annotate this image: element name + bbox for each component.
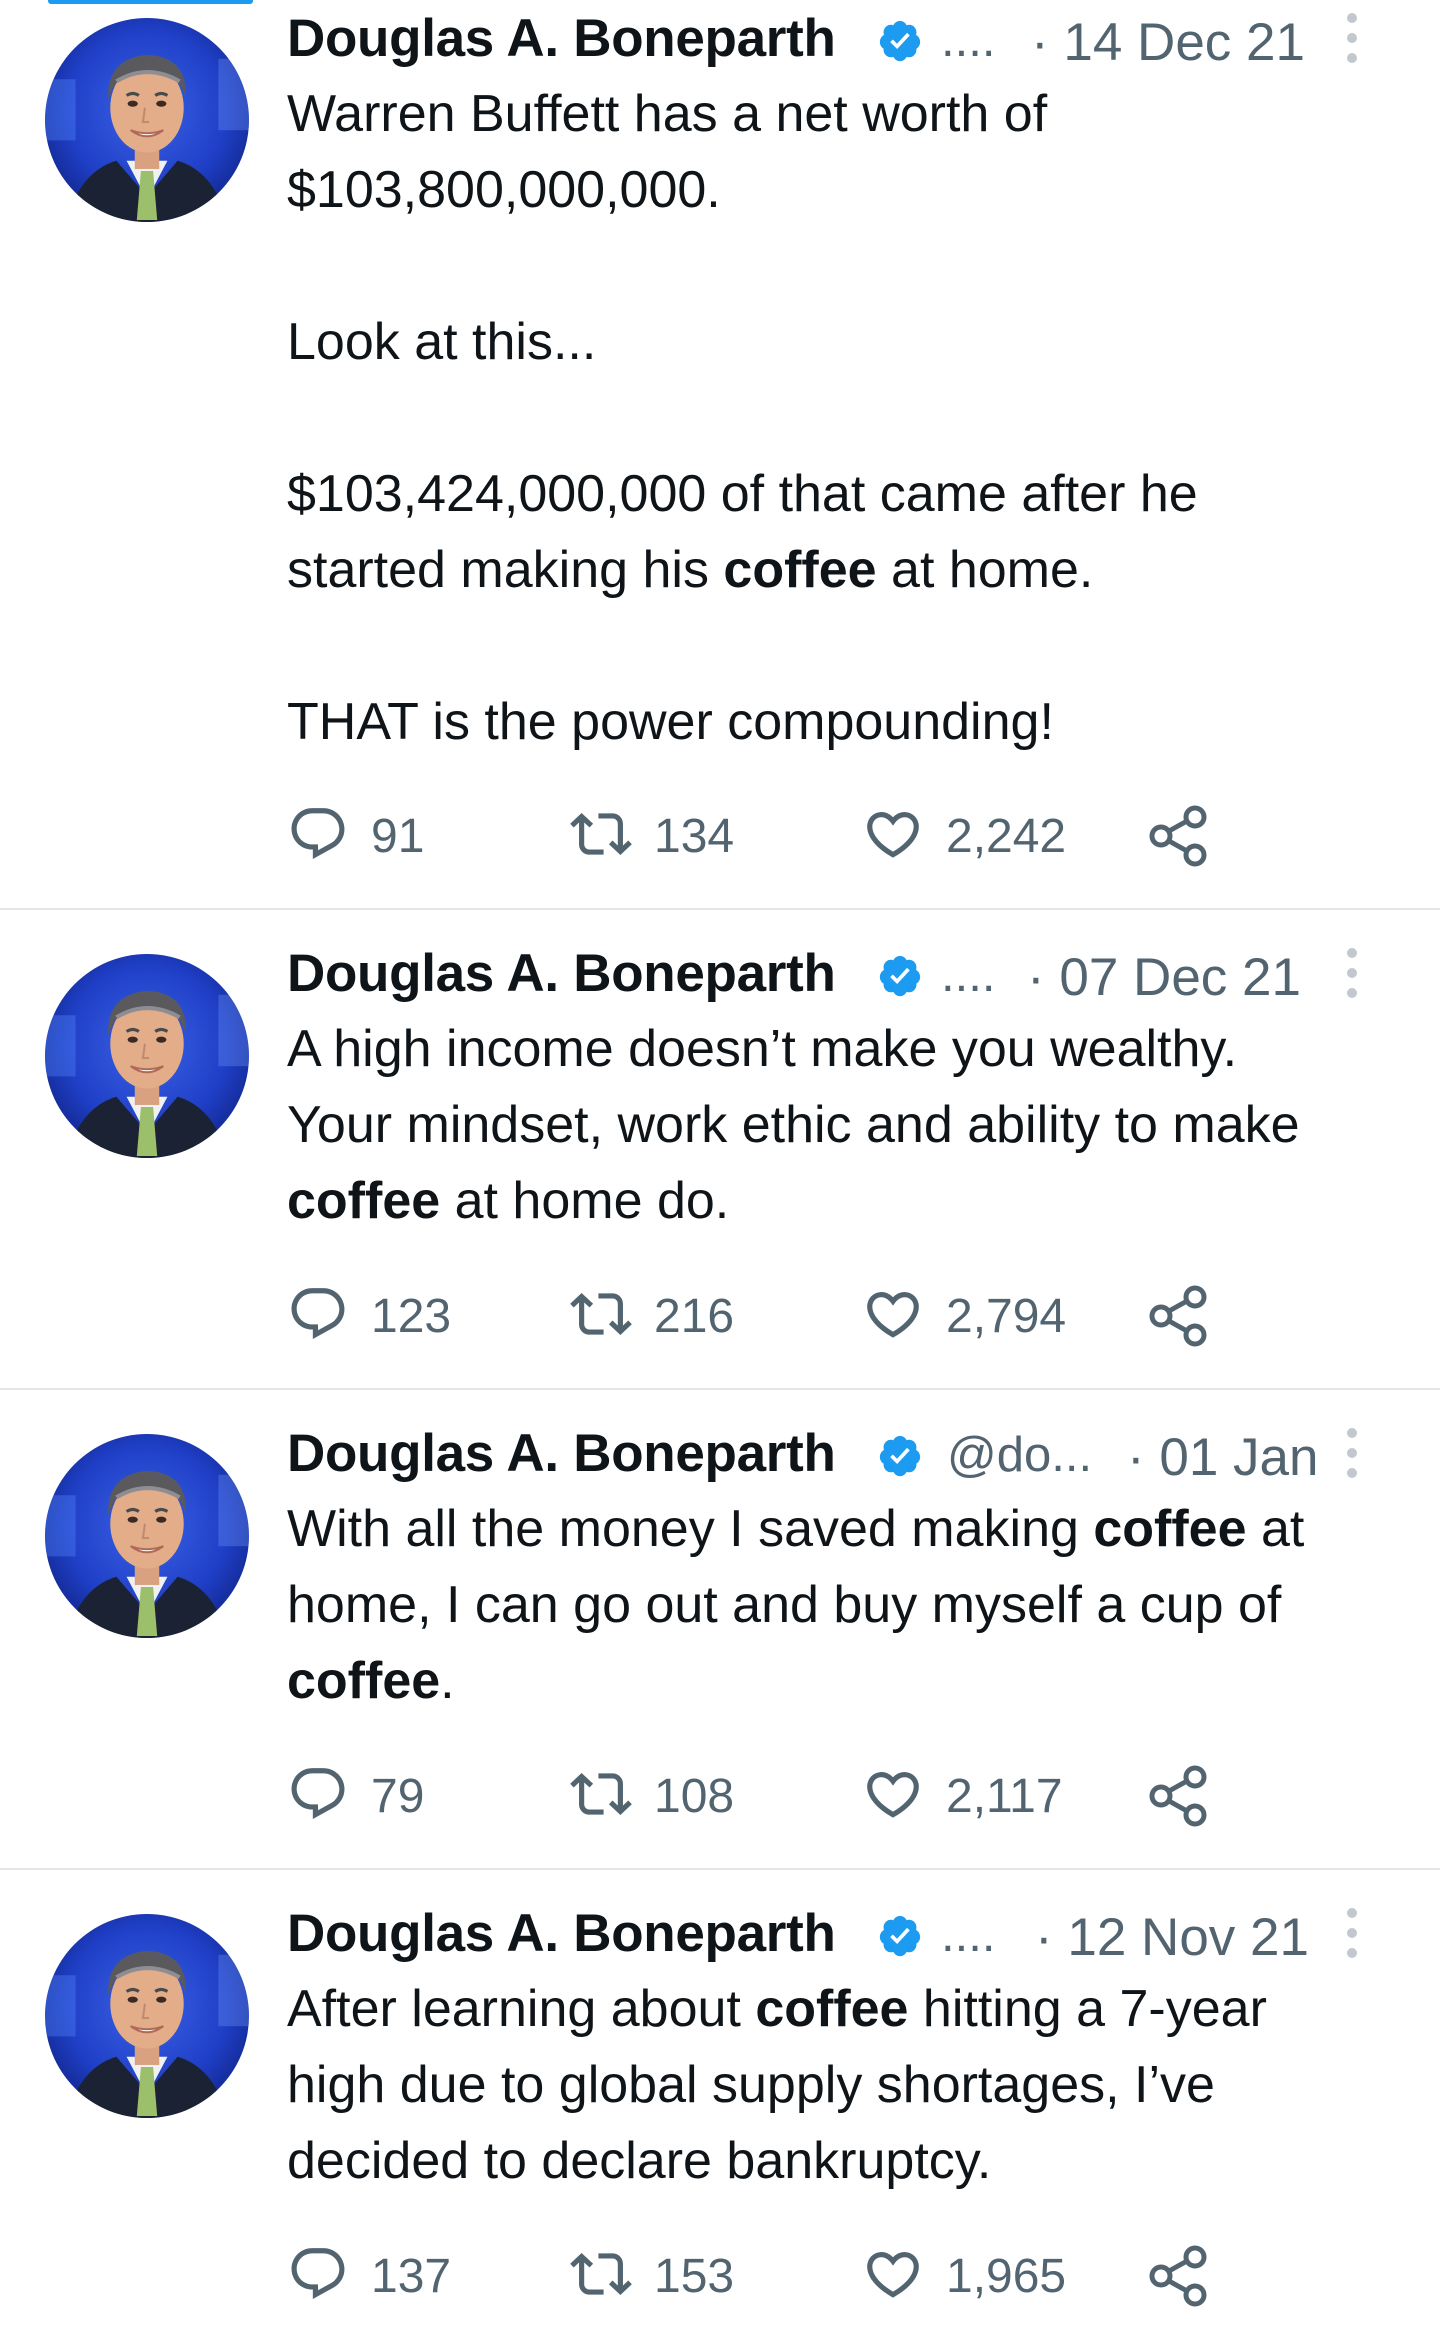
reply-icon <box>287 803 349 870</box>
avatar[interactable] <box>45 1434 249 1638</box>
reply-count: 79 <box>371 1769 425 1823</box>
author-name[interactable]: Douglas A. Boneparth <box>287 1903 836 1964</box>
reply-button[interactable]: 79 <box>287 1760 424 1832</box>
share-icon[interactable] <box>1149 1765 1209 1827</box>
reply-count: 137 <box>371 2249 452 2303</box>
reply-count: 123 <box>371 1289 452 1343</box>
retweet-count: 153 <box>654 2249 735 2303</box>
tweet-text: After learning about coffee hitting a 7-… <box>287 1980 1267 2190</box>
retweet-icon <box>570 1283 632 1350</box>
share-icon[interactable] <box>1149 2245 1209 2307</box>
more-options-icon[interactable] <box>1344 1903 1360 1963</box>
avatar[interactable] <box>45 1914 249 2118</box>
verified-badge-icon <box>877 18 923 64</box>
reply-icon <box>287 1763 349 1830</box>
retweet-button[interactable]: 216 <box>570 1280 734 1352</box>
tweet[interactable]: Douglas A. Boneparth @do... · 01 Jan Wit… <box>0 1390 1440 1870</box>
share-icon[interactable] <box>1149 805 1209 867</box>
reply-icon <box>287 1283 349 1350</box>
verified-badge-icon <box>877 953 923 999</box>
retweet-icon <box>570 1763 632 1830</box>
like-button[interactable]: 2,242 <box>862 800 1066 872</box>
author-handle[interactable]: .... <box>941 947 995 1003</box>
reply-button[interactable]: 91 <box>287 800 424 872</box>
like-count: 2,794 <box>946 1289 1067 1343</box>
like-count: 1,965 <box>946 2249 1067 2303</box>
reply-icon <box>287 2243 349 2310</box>
author-name[interactable]: Douglas A. Boneparth <box>287 8 836 69</box>
avatar[interactable] <box>45 954 249 1158</box>
like-icon <box>862 803 924 870</box>
retweet-button[interactable]: 134 <box>570 800 734 872</box>
like-icon <box>862 1283 924 1350</box>
tweet[interactable]: Douglas A. Boneparth .... · 14 Dec 21 Wa… <box>0 0 1440 910</box>
like-button[interactable]: 2,117 <box>862 1760 1063 1832</box>
author-handle[interactable]: .... <box>941 12 995 68</box>
author-name[interactable]: Douglas A. Boneparth <box>287 1423 836 1484</box>
tweet-date[interactable]: · 14 Dec 21 <box>1031 12 1305 73</box>
author-name[interactable]: Douglas A. Boneparth <box>287 943 836 1004</box>
more-options-icon[interactable] <box>1344 1423 1360 1483</box>
tweet-date[interactable]: · 01 Jan <box>1127 1427 1319 1488</box>
tweet-text: Warren Buffett has a net worth of $103,8… <box>287 85 1198 751</box>
verified-badge-icon <box>877 1433 923 1479</box>
retweet-count: 108 <box>654 1769 735 1823</box>
retweet-count: 134 <box>654 809 735 863</box>
like-count: 2,242 <box>946 809 1067 863</box>
like-icon <box>862 2243 924 2310</box>
retweet-icon <box>570 2243 632 2310</box>
like-icon <box>862 1763 924 1830</box>
tweet-text: With all the money I saved making coffee… <box>287 1500 1305 1710</box>
tweet[interactable]: Douglas A. Boneparth .... · 12 Nov 21 Af… <box>0 1870 1440 2334</box>
tweet-date[interactable]: · 07 Dec 21 <box>1027 947 1301 1008</box>
retweet-button[interactable]: 153 <box>570 2240 734 2312</box>
share-icon[interactable] <box>1149 1285 1209 1347</box>
retweet-count: 216 <box>654 1289 735 1343</box>
like-button[interactable]: 2,794 <box>862 1280 1066 1352</box>
more-options-icon[interactable] <box>1344 943 1360 1003</box>
reply-button[interactable]: 137 <box>287 2240 451 2312</box>
reply-button[interactable]: 123 <box>287 1280 451 1352</box>
retweet-icon <box>570 803 632 870</box>
tweet-date[interactable]: · 12 Nov 21 <box>1035 1907 1309 1968</box>
author-handle[interactable]: .... <box>941 1907 995 1963</box>
more-options-icon[interactable] <box>1344 8 1360 68</box>
reply-count: 91 <box>371 809 425 863</box>
verified-badge-icon <box>877 1913 923 1959</box>
avatar[interactable] <box>45 18 249 222</box>
like-button[interactable]: 1,965 <box>862 2240 1066 2312</box>
like-count: 2,117 <box>946 1769 1063 1823</box>
tweet[interactable]: Douglas A. Boneparth .... · 07 Dec 21 A … <box>0 910 1440 1390</box>
tweet-text: A high income doesn’t make you wealthy. … <box>287 1020 1300 1230</box>
author-handle[interactable]: @do... <box>947 1427 1092 1483</box>
retweet-button[interactable]: 108 <box>570 1760 734 1832</box>
